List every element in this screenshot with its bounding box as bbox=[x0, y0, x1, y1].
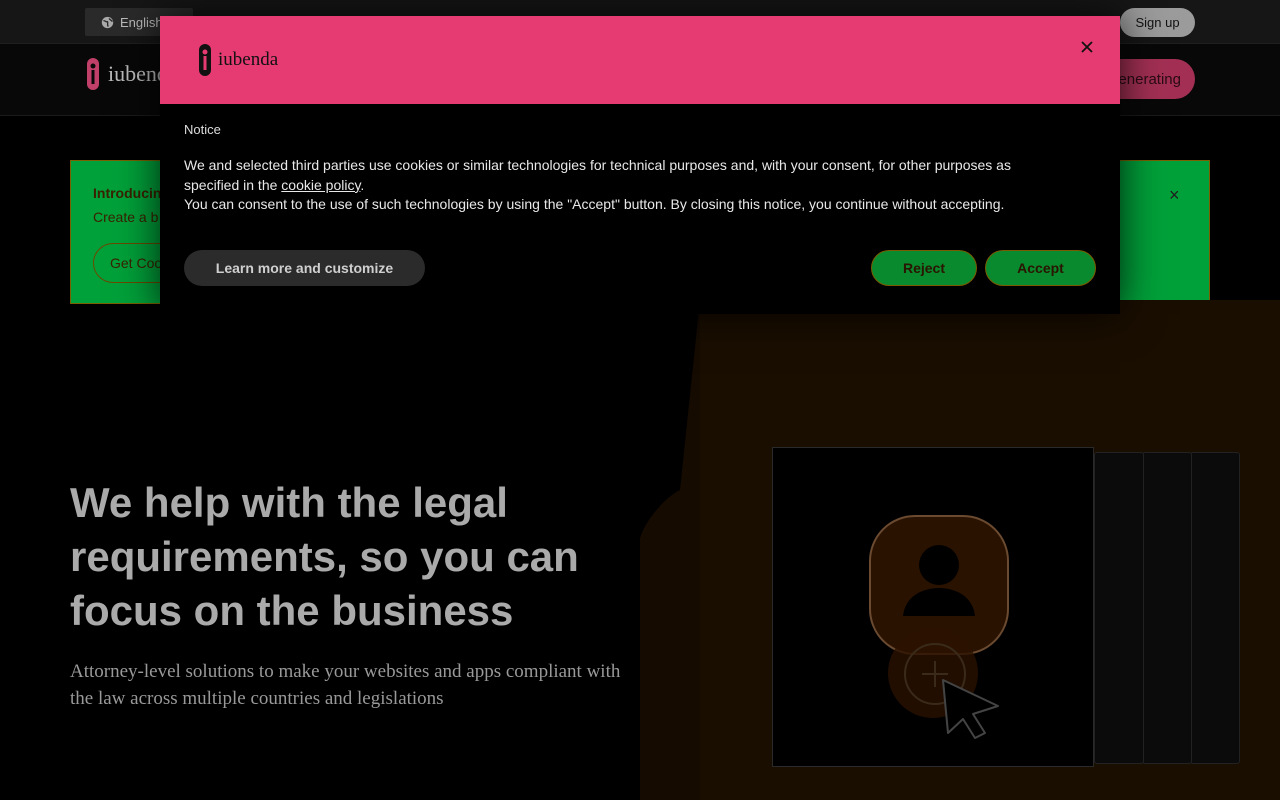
cookie-policy-link[interactable]: cookie policy bbox=[281, 177, 360, 193]
stacked-card bbox=[1190, 452, 1240, 764]
cookie-logo-text: iubenda bbox=[218, 49, 279, 70]
stacked-card bbox=[1094, 452, 1144, 764]
language-label: English bbox=[120, 14, 163, 30]
reject-button[interactable]: Reject bbox=[871, 250, 977, 286]
globe-icon bbox=[101, 16, 114, 28]
notice-title: Notice bbox=[184, 122, 221, 137]
signup-button[interactable]: Sign up bbox=[1120, 8, 1195, 37]
iubenda-logo-icon bbox=[87, 58, 99, 90]
accept-button[interactable]: Accept bbox=[985, 250, 1096, 286]
notice-text-end: . bbox=[360, 176, 365, 193]
iubenda-logo-icon bbox=[199, 44, 211, 76]
learn-more-button[interactable]: Learn more and customize bbox=[184, 250, 425, 286]
close-icon[interactable] bbox=[1077, 37, 1097, 57]
cookie-dialog-logo: iubenda bbox=[198, 44, 278, 76]
illustration-card bbox=[772, 447, 1094, 767]
stacked-card bbox=[1142, 452, 1192, 764]
cookie-dialog-header: iubenda bbox=[160, 16, 1120, 104]
notice-text-line2: You can consent to the use of such techn… bbox=[184, 196, 1005, 212]
promo-text: Create a b bbox=[93, 209, 159, 225]
promo-title: Introducing bbox=[93, 185, 170, 201]
notice-body: We and selected third parties use cookie… bbox=[184, 156, 1044, 215]
cookie-consent-dialog: iubenda Notice We and selected third par… bbox=[160, 16, 1120, 314]
hero-subtitle: Attorney-level solutions to make your we… bbox=[70, 661, 621, 709]
promo-close-icon[interactable]: × bbox=[1169, 185, 1180, 206]
hero-title: We help with the legal requirements, so … bbox=[70, 479, 579, 634]
